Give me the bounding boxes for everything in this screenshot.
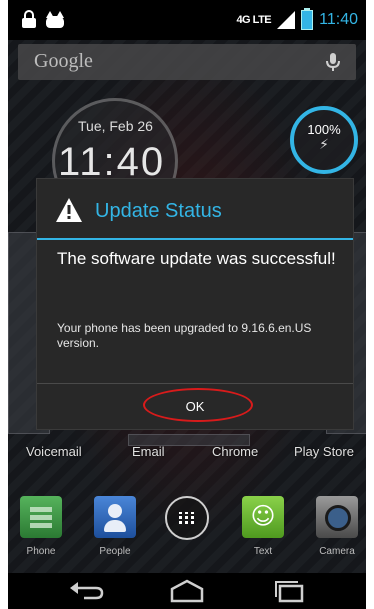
navigation-bar: [8, 573, 366, 609]
signal-icon: [277, 11, 296, 29]
ok-highlight-ellipse: [143, 388, 253, 422]
battery-percent: 100%: [307, 122, 341, 137]
mic-icon[interactable]: [322, 51, 344, 73]
status-bar: 4G LTE 11:40: [8, 0, 366, 40]
clock-date: Tue, Feb 26: [78, 118, 153, 134]
bolt-icon: ⚡: [319, 136, 329, 152]
dock-camera[interactable]: Camera: [312, 496, 362, 557]
dialog-title-divider: [37, 238, 353, 240]
phone-screen: 4G LTE 11:40 Google Tue, Feb 26 11:40 10…: [8, 0, 366, 609]
dialog-message: The software update was successful!: [57, 249, 336, 268]
dock-text[interactable]: Text: [238, 496, 288, 557]
back-icon[interactable]: [62, 577, 112, 605]
apps-icon: [165, 496, 209, 540]
battery-icon: [301, 8, 314, 30]
update-status-dialog: Update Status The software update was su…: [36, 178, 354, 430]
lock-icon: [22, 10, 36, 28]
home-label-chrome[interactable]: Chrome: [212, 444, 258, 459]
dock-label: Camera: [319, 546, 355, 557]
dock-label: People: [99, 546, 131, 557]
dock-people[interactable]: People: [90, 496, 140, 557]
recent-apps-icon[interactable]: [264, 577, 314, 605]
dock-apps[interactable]: [162, 496, 212, 540]
text-icon: [242, 496, 284, 538]
search-label: Google: [34, 50, 93, 72]
google-search-bar[interactable]: Google: [18, 44, 356, 80]
home-label-voicemail[interactable]: Voicemail: [26, 444, 82, 459]
home-shortcut-labels: Voicemail Email Chrome Play Store: [8, 444, 366, 464]
network-badge: 4G LTE: [236, 14, 272, 26]
home-icon[interactable]: [162, 577, 212, 605]
dock-label: Text: [253, 546, 273, 557]
dock-phone[interactable]: Phone: [16, 496, 66, 557]
dialog-detail: Your phone has been upgraded to 9.16.6.e…: [57, 321, 312, 350]
dialog-title: Update Status: [95, 200, 222, 222]
phone-icon: [20, 496, 62, 538]
battery-widget[interactable]: 100% ⚡: [290, 106, 358, 174]
people-icon: [94, 496, 136, 538]
home-label-play-store[interactable]: Play Store: [294, 444, 354, 459]
dock-label: Phone: [26, 546, 56, 557]
home-label-email[interactable]: Email: [132, 444, 165, 459]
status-time: 11:40: [319, 11, 358, 28]
warning-icon: [56, 198, 82, 222]
camera-icon: [316, 496, 358, 538]
dialog-title-row: Update Status: [37, 179, 353, 239]
dock: Phone People Text Camera: [8, 496, 366, 566]
cat-icon: [46, 11, 64, 28]
